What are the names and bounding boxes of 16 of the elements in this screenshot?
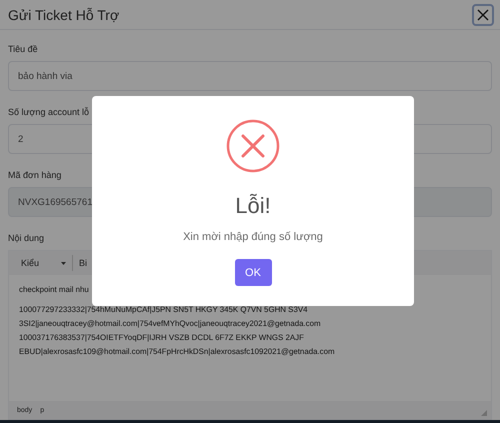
field-label: Số lượng account lỗ (8, 107, 89, 117)
alert-title: Lỗi! (235, 193, 271, 219)
ok-button[interactable]: OK (234, 259, 272, 286)
resize-grip-icon[interactable] (481, 410, 487, 416)
field-label: Mã đơn hàng (8, 170, 62, 180)
close-button[interactable] (472, 4, 494, 26)
close-icon[interactable] (477, 8, 489, 20)
style-dropdown[interactable]: Kiểu (15, 255, 74, 271)
input-field[interactable]: bảo hành via (8, 61, 492, 91)
alert-message: Xin mời nhập đúng số lượng (183, 231, 323, 243)
caret-icon[interactable] (61, 262, 66, 264)
field-label: Tiêu đề (8, 44, 38, 54)
toolbar-label: Bi (79, 258, 88, 268)
modal-title: Gửi Ticket Hỗ Trợ (8, 6, 120, 22)
error-icon (226, 119, 280, 173)
field-label: Nội dung (8, 233, 44, 243)
